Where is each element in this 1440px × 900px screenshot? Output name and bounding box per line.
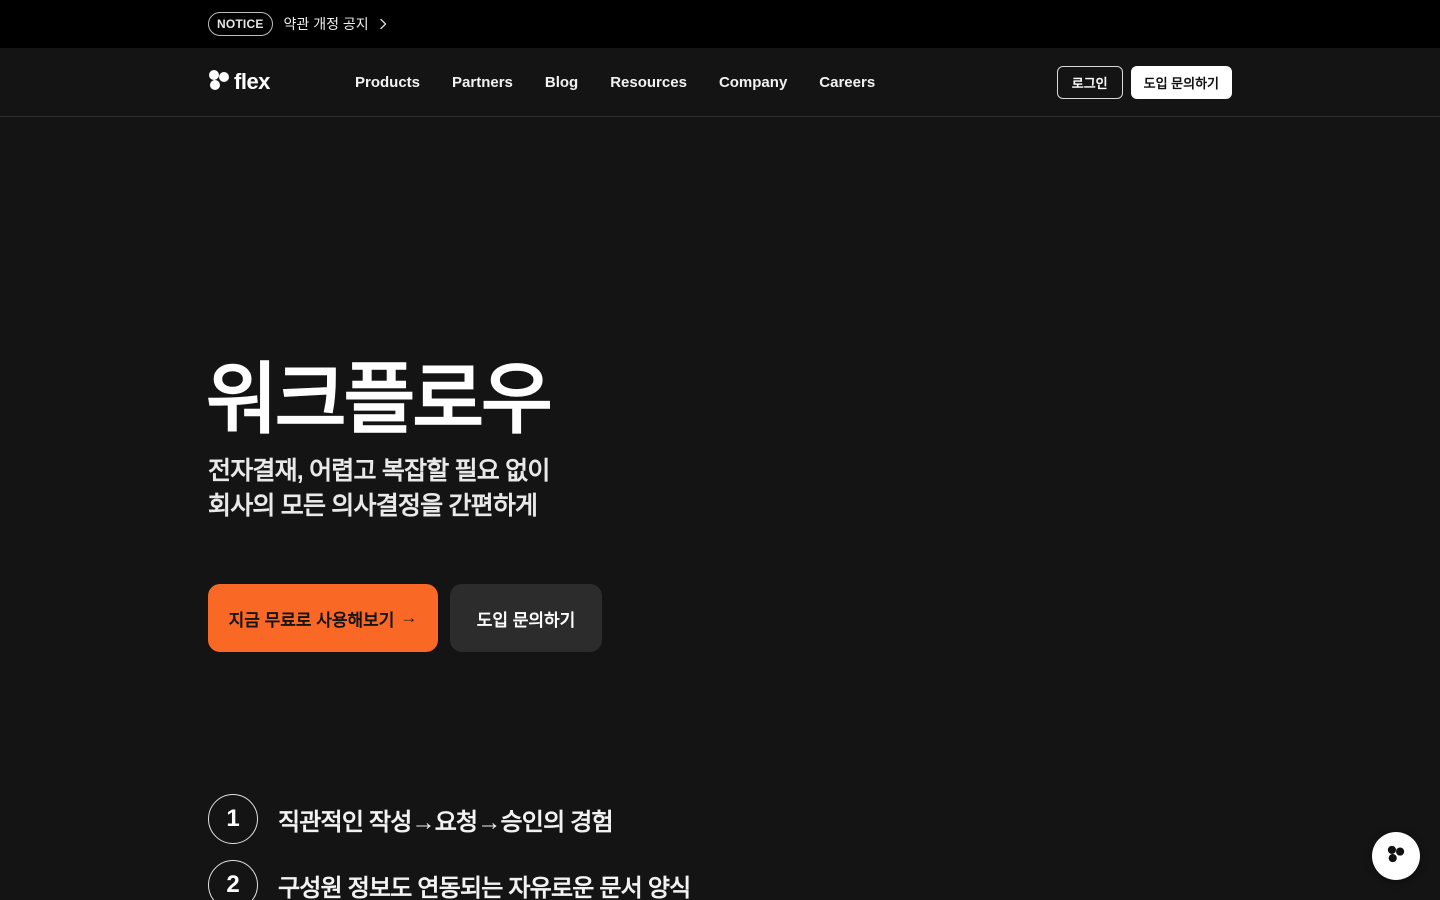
site-header: flex Products Partners Blog Resources Co… [0, 48, 1440, 117]
flex-logo-icon [208, 69, 230, 96]
feature-text: 구성원 정보도 연동되는 자유로운 문서 양식 [278, 874, 691, 900]
flex-logo[interactable]: flex [208, 69, 270, 96]
hero-title: 워크플로우 [206, 355, 553, 443]
nav-partners[interactable]: Partners [452, 74, 513, 91]
login-button[interactable]: 로그인 [1056, 66, 1123, 99]
nav-resources[interactable]: Resources [610, 74, 687, 91]
nav-products[interactable]: Products [355, 74, 420, 91]
contact-button-hero[interactable]: 도입 문의하기 [450, 584, 602, 652]
main-nav: Products Partners Blog Resources Company… [355, 72, 875, 92]
feature-item: 1 직관적인 작성→요청→승인의 경험 [208, 794, 690, 844]
hero-subtitle-line-1: 전자결재, 어렵고 복잡할 필요 없이 [208, 457, 550, 485]
chat-float-button[interactable] [1372, 832, 1420, 880]
notice-link[interactable]: NOTICE 약관 개정 공지 [208, 12, 387, 36]
feature-text: 직관적인 작성→요청→승인의 경험 [278, 808, 614, 836]
notice-text[interactable]: 약관 개정 공지 [284, 14, 369, 34]
header-actions: 로그인 도입 문의하기 [1056, 66, 1232, 99]
feature-list: 1 직관적인 작성→요청→승인의 경험 2 구성원 정보도 연동되는 자유로운 … [208, 794, 691, 900]
try-free-label: 지금 무료로 사용해보기 [228, 610, 395, 630]
nav-careers[interactable]: Careers [819, 74, 875, 91]
contact-button-header[interactable]: 도입 문의하기 [1130, 66, 1232, 99]
nav-blog[interactable]: Blog [545, 74, 578, 91]
logo-text: flex [234, 69, 270, 94]
notice-bar: NOTICE 약관 개정 공지 [0, 0, 1440, 48]
hero-subtitle: 전자결재, 어렵고 복잡할 필요 없이 회사의 모든 의사결정을 간편하게 [208, 454, 550, 524]
flex-chat-icon [1387, 845, 1405, 868]
feature-number: 2 [208, 860, 258, 900]
try-free-button[interactable]: 지금 무료로 사용해보기 → [208, 584, 438, 652]
arrow-right-icon: → [400, 608, 418, 627]
notice-badge: NOTICE [208, 12, 273, 36]
chevron-right-icon[interactable] [379, 18, 387, 30]
feature-item: 2 구성원 정보도 연동되는 자유로운 문서 양식 [208, 860, 691, 900]
cta-row: 지금 무료로 사용해보기 → 도입 문의하기 [208, 584, 602, 652]
hero-subtitle-line-2: 회사의 모든 의사결정을 간편하게 [208, 492, 538, 520]
feature-number: 1 [208, 794, 258, 844]
nav-company[interactable]: Company [719, 74, 787, 91]
